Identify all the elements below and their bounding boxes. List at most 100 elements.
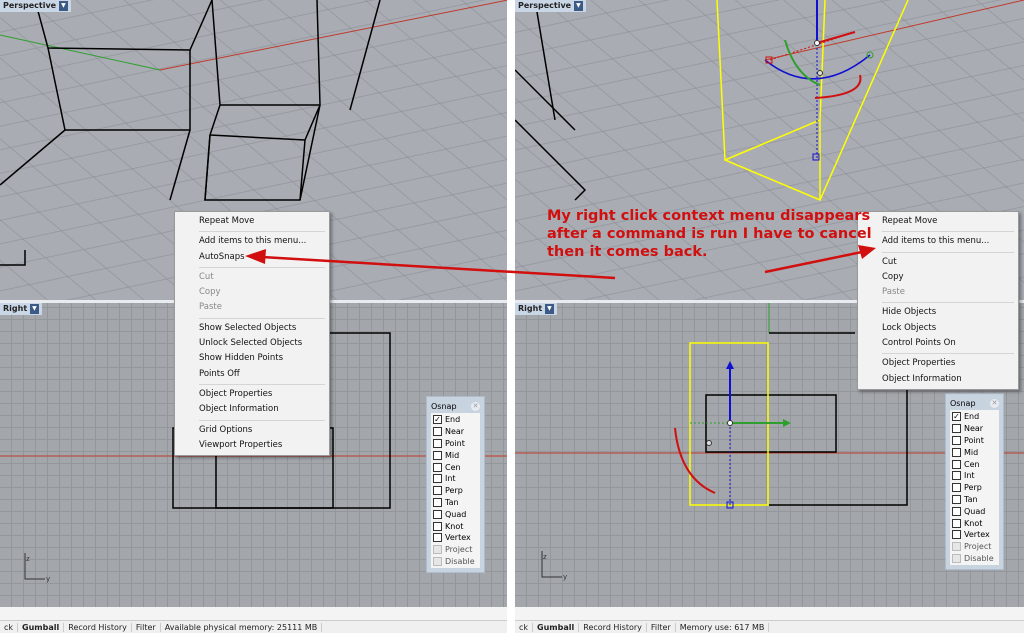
checkbox[interactable] xyxy=(952,518,961,528)
checkbox[interactable] xyxy=(952,459,961,469)
checkbox[interactable] xyxy=(433,533,442,543)
osnap-option-end[interactable]: ✓ End xyxy=(433,414,478,426)
osnap-option-tan[interactable]: Tan xyxy=(952,494,997,506)
status-record-history-toggle[interactable]: Record History xyxy=(64,622,132,632)
osnap-option-quad[interactable]: Quad xyxy=(952,505,997,517)
menu-item-lock-objects[interactable]: Lock Objects xyxy=(858,321,1018,336)
osnap-option-project: Project xyxy=(433,544,478,556)
chevron-down-icon[interactable]: ▼ xyxy=(59,1,68,11)
osnap-option-label: Mid xyxy=(445,450,460,460)
status-memory: Memory use: 617 MB xyxy=(676,622,770,632)
osnap-option-perp[interactable]: Perp xyxy=(952,482,997,494)
osnap-option-near[interactable]: Near xyxy=(433,426,478,438)
checkbox[interactable] xyxy=(952,506,961,516)
menu-item-viewport-properties[interactable]: Viewport Properties xyxy=(175,438,329,453)
menu-item-hide-objects[interactable]: Hide Objects xyxy=(858,305,1018,320)
checkbox[interactable] xyxy=(433,474,442,484)
menu-item-show-selected-objects[interactable]: Show Selected Objects xyxy=(175,321,329,336)
osnap-option-point[interactable]: Point xyxy=(433,438,478,450)
menu-item-points-off[interactable]: Points Off xyxy=(175,367,329,382)
menu-item-add-items-to-this-menu[interactable]: Add items to this menu... xyxy=(175,234,329,249)
viewport-title: Perspective xyxy=(3,1,57,10)
menu-separator xyxy=(199,266,325,268)
close-icon[interactable]: ✕ xyxy=(471,401,480,411)
osnap-option-vertex[interactable]: Vertex xyxy=(952,529,997,541)
checkbox[interactable]: ✓ xyxy=(952,412,961,422)
menu-item-control-points-on[interactable]: Control Points On xyxy=(858,336,1018,351)
checkbox[interactable] xyxy=(952,435,961,445)
status-record-history-toggle[interactable]: Record History xyxy=(579,622,647,632)
menu-item-autosnaps[interactable]: AutoSnaps xyxy=(175,250,329,265)
menu-item-repeat-move[interactable]: Repeat Move xyxy=(858,214,1018,229)
checkbox[interactable] xyxy=(433,427,442,437)
viewport-label-perspective[interactable]: Perspective ▼ xyxy=(515,0,586,12)
checkbox[interactable] xyxy=(433,521,442,531)
osnap-option-disable: Disable xyxy=(433,556,478,568)
osnap-option-int[interactable]: Int xyxy=(952,470,997,482)
checkbox[interactable] xyxy=(433,497,442,507)
checkbox[interactable] xyxy=(952,447,961,457)
svg-text:z: z xyxy=(26,555,30,563)
menu-item-object-properties[interactable]: Object Properties xyxy=(175,387,329,402)
chevron-down-icon[interactable]: ▼ xyxy=(574,1,583,11)
chevron-down-icon[interactable]: ▼ xyxy=(30,304,39,314)
menu-separator xyxy=(199,419,325,421)
viewport-label-right[interactable]: Right ▼ xyxy=(0,303,42,315)
status-osnap-tab[interactable]: ck xyxy=(0,622,19,632)
menu-item-copy[interactable]: Copy xyxy=(858,270,1018,285)
osnap-option-cen[interactable]: Cen xyxy=(952,458,997,470)
osnap-title: Osnap xyxy=(950,398,976,408)
osnap-option-cen[interactable]: Cen xyxy=(433,461,478,473)
checkbox[interactable] xyxy=(433,438,442,448)
close-icon[interactable]: ✕ xyxy=(990,398,999,408)
menu-item-object-information[interactable]: Object Information xyxy=(175,402,329,417)
status-filter-toggle[interactable]: Filter xyxy=(647,622,676,632)
osnap-option-point[interactable]: Point xyxy=(952,435,997,447)
osnap-option-tan[interactable]: Tan xyxy=(433,497,478,509)
osnap-option-end[interactable]: ✓ End xyxy=(952,411,997,423)
osnap-option-perp[interactable]: Perp xyxy=(433,485,478,497)
checkbox[interactable] xyxy=(433,509,442,519)
annotation-line: My right click context menu disappears xyxy=(547,208,871,224)
checkbox[interactable] xyxy=(433,486,442,496)
checkbox[interactable] xyxy=(433,462,442,472)
osnap-option-label: Perp xyxy=(964,483,982,493)
menu-item-repeat-move[interactable]: Repeat Move xyxy=(175,214,329,229)
osnap-option-mid[interactable]: Mid xyxy=(952,446,997,458)
checkbox[interactable] xyxy=(952,471,961,481)
checkbox[interactable]: ✓ xyxy=(433,415,442,425)
osnap-option-label: Knot xyxy=(445,521,464,531)
osnap-option-near[interactable]: Near xyxy=(952,423,997,435)
osnap-option-project: Project xyxy=(952,541,997,553)
menu-item-show-hidden-points[interactable]: Show Hidden Points xyxy=(175,351,329,366)
osnap-option-vertex[interactable]: Vertex xyxy=(433,532,478,544)
status-filter-toggle[interactable]: Filter xyxy=(132,622,161,632)
menu-item-cut[interactable]: Cut xyxy=(858,255,1018,270)
checkbox[interactable] xyxy=(952,483,961,493)
chevron-down-icon[interactable]: ▼ xyxy=(545,304,554,314)
checkbox[interactable] xyxy=(433,450,442,460)
checkbox[interactable] xyxy=(952,530,961,540)
osnap-option-label: Int xyxy=(445,474,456,484)
viewport-label-right[interactable]: Right ▼ xyxy=(515,303,557,315)
menu-item-unlock-selected-objects[interactable]: Unlock Selected Objects xyxy=(175,336,329,351)
osnap-option-knot[interactable]: Knot xyxy=(952,517,997,529)
menu-item-grid-options[interactable]: Grid Options xyxy=(175,423,329,438)
status-osnap-tab[interactable]: ck xyxy=(515,622,534,632)
viewport-label-perspective[interactable]: Perspective ▼ xyxy=(0,0,71,12)
menu-item-object-properties[interactable]: Object Properties xyxy=(858,356,1018,371)
osnap-option-quad[interactable]: Quad xyxy=(433,508,478,520)
status-gumball-toggle[interactable]: Gumball xyxy=(18,622,65,632)
osnap-option-mid[interactable]: Mid xyxy=(433,449,478,461)
checkbox[interactable] xyxy=(952,494,961,504)
osnap-option-knot[interactable]: Knot xyxy=(433,520,478,532)
checkbox xyxy=(952,553,961,563)
checkbox[interactable] xyxy=(952,424,961,434)
menu-item-add-items-to-this-menu[interactable]: Add items to this menu... xyxy=(858,234,1018,249)
menu-separator xyxy=(199,231,325,233)
status-gumball-toggle[interactable]: Gumball xyxy=(533,622,580,632)
osnap-option-label: Int xyxy=(964,471,975,481)
annotation-text: My right click context menu disappears a… xyxy=(547,207,872,261)
osnap-option-int[interactable]: Int xyxy=(433,473,478,485)
menu-item-object-information[interactable]: Object Information xyxy=(858,372,1018,387)
